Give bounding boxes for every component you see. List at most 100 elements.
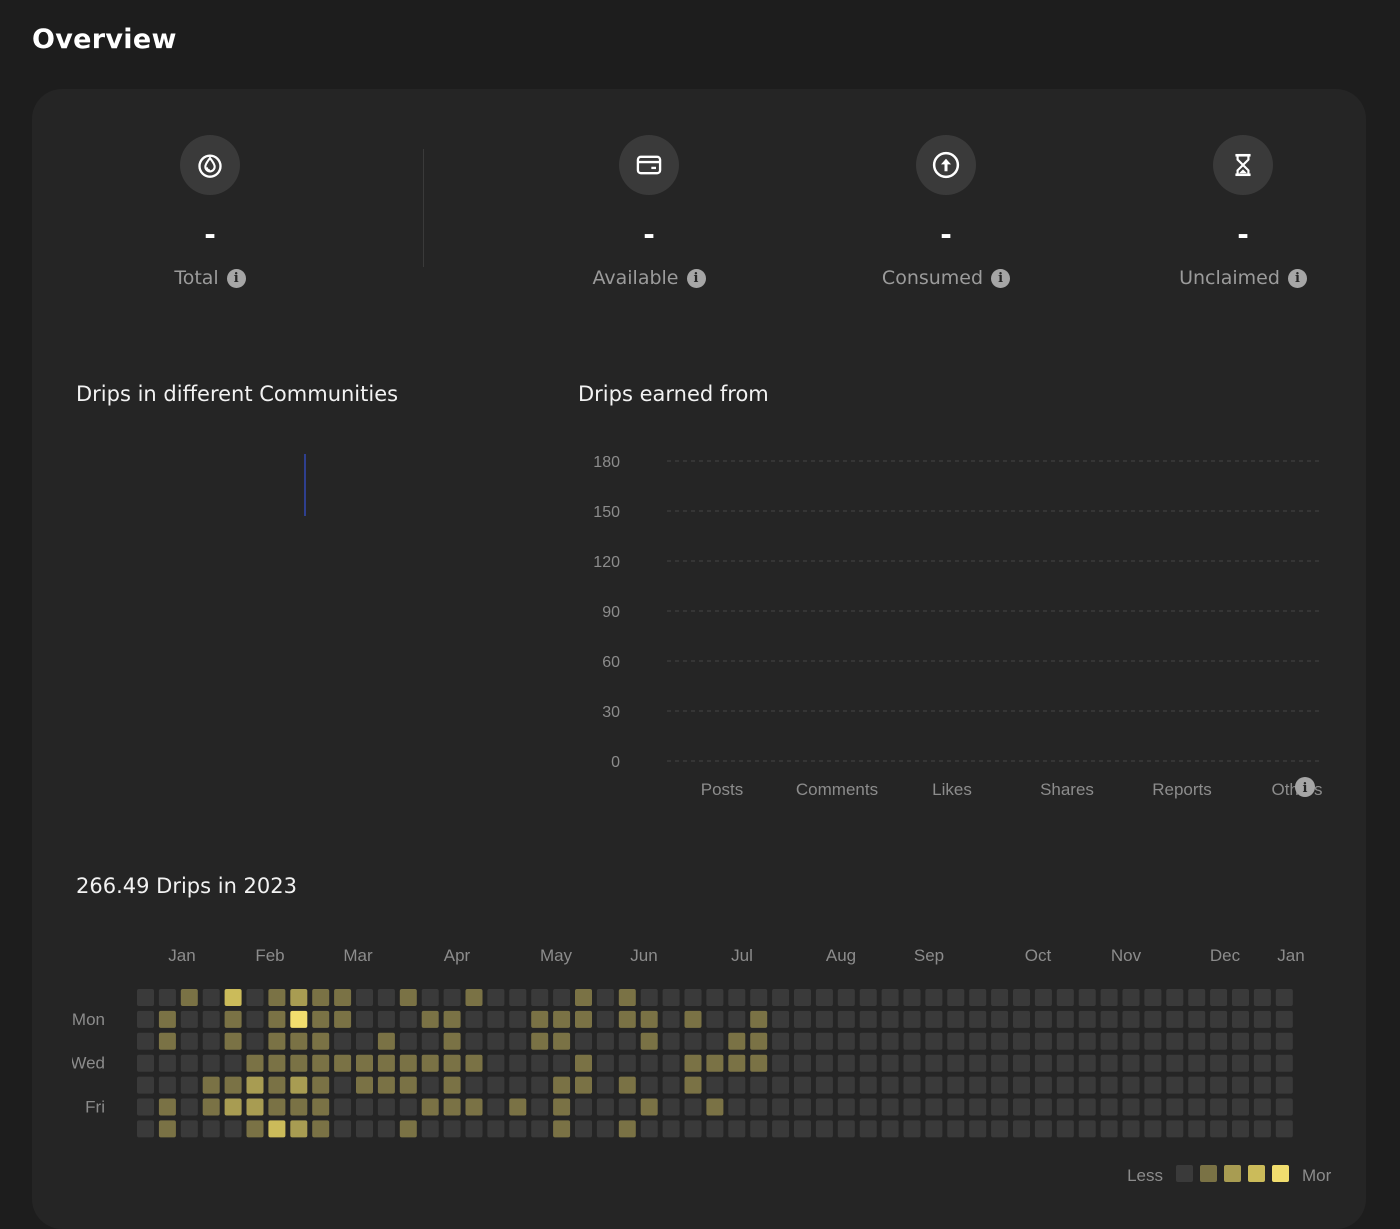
heatmap-cell[interactable]: [443, 989, 461, 1006]
heatmap-cell[interactable]: [750, 1098, 768, 1116]
heatmap-cell[interactable]: [487, 1120, 505, 1138]
heatmap-cell[interactable]: [377, 989, 395, 1006]
heatmap-cell[interactable]: [1078, 1010, 1096, 1028]
heatmap-cell[interactable]: [421, 1010, 439, 1028]
heatmap-cell[interactable]: [728, 1010, 746, 1028]
heatmap-cell[interactable]: [224, 989, 242, 1006]
heatmap-cell[interactable]: [903, 1076, 921, 1094]
heatmap-cell[interactable]: [137, 1098, 154, 1116]
heatmap-cell[interactable]: [1275, 1076, 1293, 1094]
heatmap-cell[interactable]: [1166, 989, 1184, 1006]
heatmap-cell[interactable]: [859, 1098, 877, 1116]
heatmap-cell[interactable]: [356, 1120, 373, 1138]
heatmap-cell[interactable]: [794, 989, 811, 1006]
heatmap-cell[interactable]: [553, 1032, 571, 1050]
heatmap-cell[interactable]: [1144, 1076, 1162, 1094]
heatmap-cell[interactable]: [925, 1010, 943, 1028]
heatmap-cell[interactable]: [1013, 1032, 1030, 1050]
heatmap-cell[interactable]: [662, 1076, 680, 1094]
heatmap-cell[interactable]: [706, 989, 724, 1006]
heatmap-cell[interactable]: [399, 1054, 417, 1072]
heatmap-cell[interactable]: [1100, 1120, 1118, 1138]
heatmap-cell[interactable]: [1122, 1098, 1140, 1116]
heatmap-cell[interactable]: [772, 1010, 790, 1028]
heatmap-cell[interactable]: [794, 1120, 811, 1138]
heatmap-cell[interactable]: [1122, 1120, 1140, 1138]
heatmap-cell[interactable]: [991, 1120, 1009, 1138]
heatmap-cell[interactable]: [684, 1054, 702, 1072]
heatmap-cell[interactable]: [1275, 1054, 1293, 1072]
heatmap-cell[interactable]: [618, 1076, 636, 1094]
heatmap-cell[interactable]: [421, 1032, 439, 1050]
heatmap-cell[interactable]: [158, 1098, 176, 1116]
heatmap-cell[interactable]: [706, 1098, 724, 1116]
heatmap-cell[interactable]: [881, 1032, 899, 1050]
heatmap-cell[interactable]: [662, 1098, 680, 1116]
heatmap-cell[interactable]: [837, 1098, 855, 1116]
heatmap-cell[interactable]: [487, 1098, 505, 1116]
heatmap-cell[interactable]: [750, 1032, 768, 1050]
heatmap-cell[interactable]: [246, 1076, 264, 1094]
heatmap-cell[interactable]: [1232, 989, 1249, 1006]
heatmap-cell[interactable]: [1166, 1032, 1184, 1050]
heatmap-cell[interactable]: [1210, 1076, 1228, 1094]
heatmap-cell[interactable]: [1144, 989, 1162, 1006]
heatmap-cell[interactable]: [202, 1098, 220, 1116]
heatmap-cell[interactable]: [706, 1010, 724, 1028]
heatmap-cell[interactable]: [312, 1076, 330, 1094]
heatmap-cell[interactable]: [596, 1098, 614, 1116]
heatmap-cell[interactable]: [1166, 1010, 1184, 1028]
heatmap-cell[interactable]: [246, 1120, 264, 1138]
heatmap-cell[interactable]: [158, 989, 176, 1006]
heatmap-cell[interactable]: [1275, 1120, 1293, 1138]
heatmap-cell[interactable]: [137, 1010, 154, 1028]
heatmap-cell[interactable]: [1122, 1054, 1140, 1072]
heatmap-cell[interactable]: [334, 1010, 352, 1028]
heatmap-cell[interactable]: [575, 1120, 592, 1138]
heatmap-cell[interactable]: [290, 1076, 308, 1094]
heatmap-cell[interactable]: [640, 1010, 658, 1028]
heatmap-cell[interactable]: [268, 989, 286, 1006]
heatmap-cell[interactable]: [1253, 1032, 1271, 1050]
heatmap-cell[interactable]: [531, 1010, 549, 1028]
heatmap-cell[interactable]: [991, 1054, 1009, 1072]
heatmap-cell[interactable]: [509, 1120, 527, 1138]
heatmap-cell[interactable]: [356, 1076, 373, 1094]
heatmap-cell[interactable]: [1166, 1120, 1184, 1138]
heatmap-cell[interactable]: [794, 1076, 811, 1094]
heatmap-cell[interactable]: [1275, 1032, 1293, 1050]
heatmap-cell[interactable]: [312, 1010, 330, 1028]
heatmap-cell[interactable]: [377, 1054, 395, 1072]
heatmap-cell[interactable]: [750, 989, 768, 1006]
heatmap-cell[interactable]: [684, 1032, 702, 1050]
heatmap-cell[interactable]: [596, 989, 614, 1006]
heatmap-cell[interactable]: [991, 1098, 1009, 1116]
heatmap-cell[interactable]: [947, 1010, 965, 1028]
heatmap-cell[interactable]: [443, 1032, 461, 1050]
heatmap-cell[interactable]: [662, 989, 680, 1006]
heatmap-cell[interactable]: [881, 1010, 899, 1028]
heatmap-cell[interactable]: [706, 1032, 724, 1050]
heatmap-cell[interactable]: [772, 1054, 790, 1072]
heatmap-cell[interactable]: [706, 1120, 724, 1138]
heatmap-cell[interactable]: [815, 1032, 833, 1050]
heatmap-cell[interactable]: [1034, 1054, 1052, 1072]
heatmap-cell[interactable]: [859, 1076, 877, 1094]
heatmap-cell[interactable]: [575, 1032, 592, 1050]
heatmap-cell[interactable]: [443, 1098, 461, 1116]
heatmap-cell[interactable]: [202, 1054, 220, 1072]
heatmap-cell[interactable]: [947, 1098, 965, 1116]
heatmap-cell[interactable]: [246, 1098, 264, 1116]
heatmap-cell[interactable]: [356, 1032, 373, 1050]
heatmap-cell[interactable]: [531, 1076, 549, 1094]
heatmap-cell[interactable]: [290, 1010, 308, 1028]
heatmap-cell[interactable]: [1078, 989, 1096, 1006]
heatmap-cell[interactable]: [553, 1054, 571, 1072]
heatmap-cell[interactable]: [465, 1054, 483, 1072]
heatmap-cell[interactable]: [596, 1076, 614, 1094]
info-icon[interactable]: i: [226, 268, 246, 288]
heatmap-cell[interactable]: [312, 989, 330, 1006]
heatmap-cell[interactable]: [815, 989, 833, 1006]
heatmap-cell[interactable]: [487, 989, 505, 1006]
heatmap-cell[interactable]: [815, 1076, 833, 1094]
